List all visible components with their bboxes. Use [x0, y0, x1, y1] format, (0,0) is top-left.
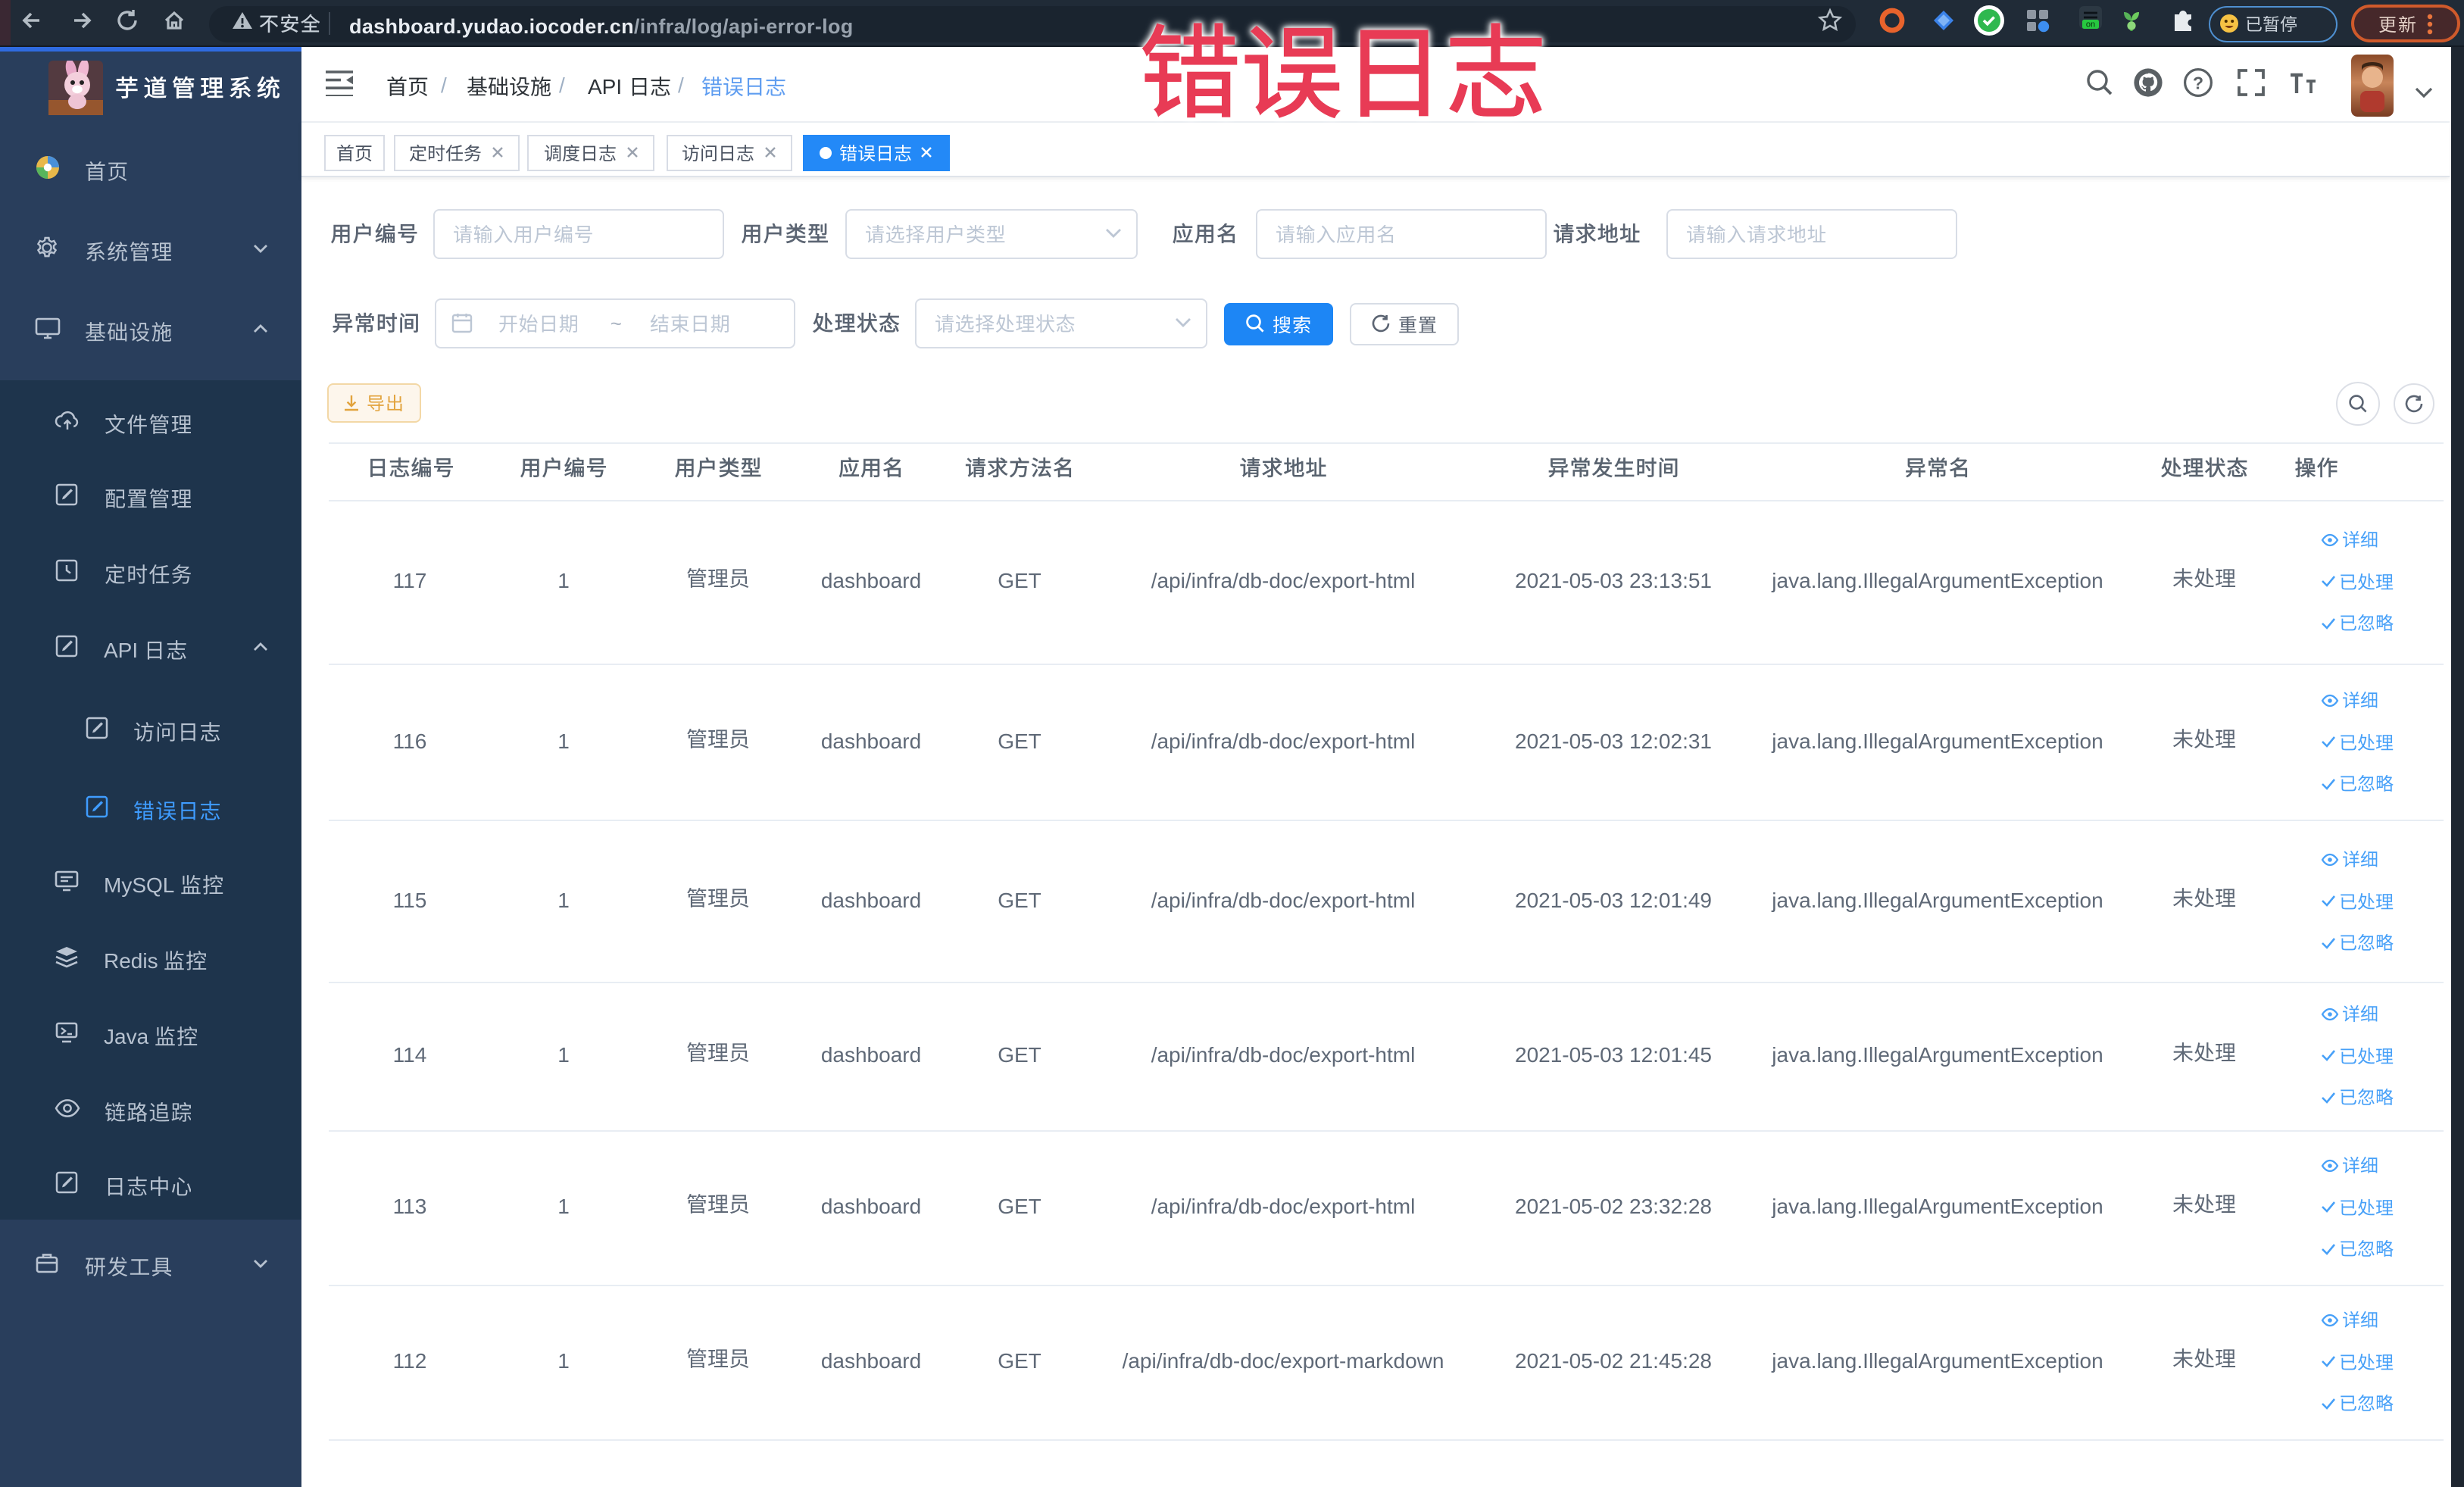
- svg-text:on: on: [2086, 20, 2095, 30]
- svg-text:?: ?: [2193, 72, 2203, 92]
